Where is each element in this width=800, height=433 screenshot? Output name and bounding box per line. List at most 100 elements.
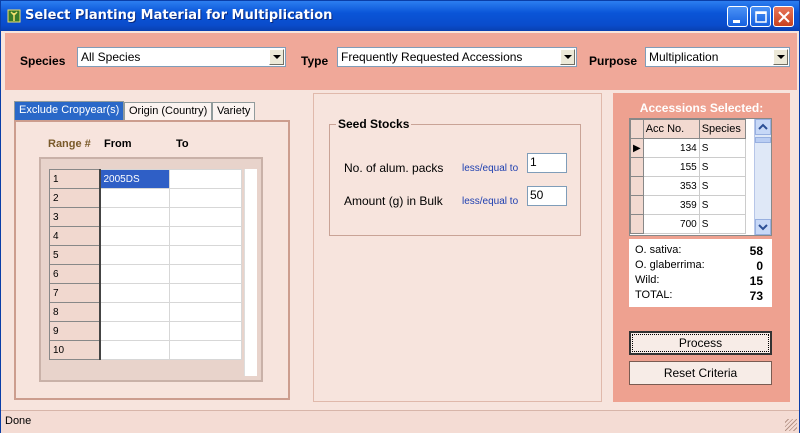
range-number: 5 — [49, 245, 101, 265]
range-to-cell[interactable] — [169, 245, 242, 265]
purpose-label: Purpose — [589, 54, 638, 68]
row-header[interactable] — [630, 157, 644, 177]
maximize-icon — [755, 11, 767, 23]
table-row[interactable]: 359 S — [630, 195, 746, 215]
table-row: 1 2005DS — [49, 169, 242, 189]
range-from-cell[interactable]: 2005DS — [99, 169, 170, 189]
maximize-button[interactable] — [750, 6, 771, 27]
range-number: 9 — [49, 321, 101, 341]
status-bar: Done — [1, 410, 799, 433]
range-from-cell[interactable] — [99, 264, 170, 284]
species-cell[interactable]: S — [698, 157, 746, 177]
status-text: Done — [5, 415, 32, 427]
scroll-thumb[interactable] — [755, 137, 771, 143]
accessions-panel: Accessions Selected: Acc No. Species ▶ 13… — [613, 93, 790, 402]
purpose-select[interactable]: Multiplication — [645, 47, 790, 67]
stat-label: O. glaberrima: — [635, 259, 705, 271]
stat-row: TOTAL: 73 — [635, 289, 763, 303]
row-header[interactable] — [630, 195, 644, 215]
range-from-cell[interactable] — [99, 188, 170, 208]
species-cell[interactable]: S — [698, 195, 746, 215]
species-cell[interactable]: S — [698, 214, 746, 234]
range-to-cell[interactable] — [169, 264, 242, 284]
chevron-down-icon[interactable] — [560, 49, 575, 65]
acc-no-cell[interactable]: 155 — [642, 157, 700, 177]
stat-row: O. sativa: 58 — [635, 244, 763, 258]
range-to-cell[interactable] — [169, 169, 242, 189]
table-row: 6 — [49, 264, 242, 284]
close-icon — [778, 11, 790, 23]
resize-grip-icon[interactable] — [785, 419, 797, 431]
packs-condition: less/equal to — [462, 163, 519, 174]
range-number: 10 — [49, 340, 101, 360]
stat-label: O. sativa: — [635, 244, 682, 256]
range-to-cell[interactable] — [169, 226, 242, 246]
acc-no-cell[interactable]: 700 — [642, 214, 700, 234]
range-to-cell[interactable] — [169, 321, 242, 341]
acc-no-header: Acc No. — [642, 119, 700, 139]
range-header: Range # — [48, 138, 91, 150]
table-row[interactable]: 353 S — [630, 176, 746, 196]
stat-value: 73 — [749, 289, 763, 303]
range-from-cell[interactable] — [99, 340, 170, 360]
range-to-cell[interactable] — [169, 188, 242, 208]
row-header-corner — [630, 119, 644, 139]
table-row: 3 — [49, 207, 242, 227]
range-from-cell[interactable] — [99, 321, 170, 341]
table-row[interactable]: ▶ 134 S — [630, 138, 746, 158]
process-button[interactable]: Process — [629, 331, 772, 355]
range-to-cell[interactable] — [169, 207, 242, 227]
scroll-up-icon[interactable] — [755, 119, 771, 135]
stat-row: O. glaberrima: 0 — [635, 259, 763, 273]
type-select[interactable]: Frequently Requested Accessions — [337, 47, 577, 67]
table-row[interactable]: 155 S — [630, 157, 746, 177]
current-row-pointer-icon[interactable]: ▶ — [630, 138, 644, 158]
range-from-cell[interactable] — [99, 302, 170, 322]
tab-exclude-cropyear[interactable]: Exclude Cropyear(s) — [14, 101, 125, 121]
chevron-down-icon[interactable] — [773, 49, 788, 65]
accessions-scrollbar[interactable] — [754, 119, 771, 235]
stat-label: TOTAL: — [635, 289, 673, 301]
acc-no-cell[interactable]: 134 — [642, 138, 700, 158]
range-to-cell[interactable] — [169, 340, 242, 360]
close-button[interactable] — [773, 6, 794, 27]
minimize-button[interactable] — [727, 6, 748, 27]
grid-scrollbar[interactable] — [244, 169, 257, 376]
plant-app-icon — [7, 9, 21, 23]
packs-input[interactable]: 1 — [527, 153, 567, 173]
tab-panel-exclude-cropyear: Range # From To 1 2005DS 2 3 4 5 6 7 8 9 10 — [14, 120, 290, 400]
row-header[interactable] — [630, 176, 644, 196]
minimize-icon — [733, 20, 740, 23]
acc-no-cell[interactable]: 353 — [642, 176, 700, 196]
tab-origin-country[interactable]: Origin (Country) — [124, 102, 213, 120]
range-number: 6 — [49, 264, 101, 284]
species-cell[interactable]: S — [698, 176, 746, 196]
acc-no-cell[interactable]: 359 — [642, 195, 700, 215]
species-cell[interactable]: S — [698, 138, 746, 158]
chevron-down-icon[interactable] — [269, 49, 284, 65]
to-header: To — [176, 138, 189, 150]
range-from-cell[interactable] — [99, 283, 170, 303]
stat-label: Wild: — [635, 274, 660, 286]
range-number: 7 — [49, 283, 101, 303]
table-row[interactable]: 700 S — [630, 214, 746, 234]
tab-variety[interactable]: Variety — [212, 102, 256, 120]
range-from-cell[interactable] — [99, 245, 170, 265]
seed-stocks-title: Seed Stocks — [336, 117, 412, 131]
range-from-cell[interactable] — [99, 207, 170, 227]
range-to-cell[interactable] — [169, 283, 242, 303]
bulk-input[interactable]: 50 — [527, 186, 567, 206]
range-number: 8 — [49, 302, 101, 322]
table-row: 5 — [49, 245, 242, 265]
range-number: 4 — [49, 226, 101, 246]
species-select[interactable]: All Species — [77, 47, 286, 67]
title-bar[interactable]: Select Planting Material for Multiplicat… — [1, 1, 799, 31]
table-row: 9 — [49, 321, 242, 341]
bulk-label: Amount (g) in Bulk — [344, 194, 443, 208]
seed-stocks-group: Seed Stocks No. of alum. packs less/equa… — [329, 117, 581, 236]
scroll-down-icon[interactable] — [755, 219, 771, 235]
range-to-cell[interactable] — [169, 302, 242, 322]
reset-criteria-button[interactable]: Reset Criteria — [629, 361, 772, 385]
row-header[interactable] — [630, 214, 644, 234]
range-from-cell[interactable] — [99, 226, 170, 246]
